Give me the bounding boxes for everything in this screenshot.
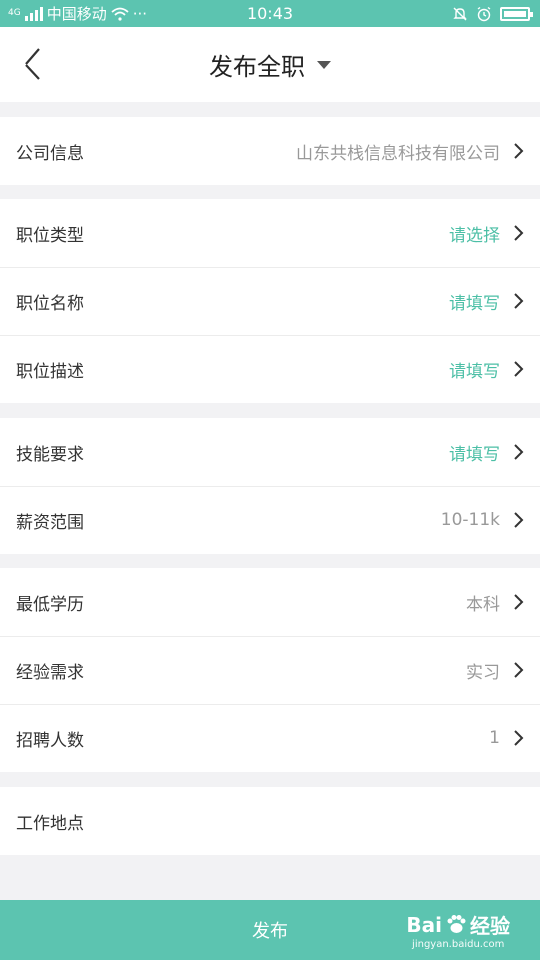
row-min-education[interactable]: 最低学历 本科 <box>0 568 540 636</box>
baidu-watermark: Bai 经验 jingyan.baidu.com <box>406 900 510 960</box>
row-label: 职位类型 <box>16 225 84 246</box>
nav-bar: 发布全职 <box>0 27 540 102</box>
mute-bell-icon <box>453 7 467 20</box>
section-company: 公司信息 山东共栈信息科技有限公司 <box>0 117 540 185</box>
row-position-description[interactable]: 职位描述 请填写 <box>0 335 540 403</box>
chevron-right-icon <box>514 730 524 746</box>
chevron-right-icon <box>514 512 524 528</box>
row-value: 请填写 <box>449 293 500 314</box>
row-label: 招聘人数 <box>16 730 84 751</box>
row-value: 实习 <box>466 662 500 683</box>
row-label: 薪资范围 <box>16 512 84 533</box>
title-dropdown[interactable]: 发布全职 <box>0 27 540 102</box>
watermark-brand: Bai <box>406 912 442 937</box>
section-requirements: 最低学历 本科 经验需求 实习 招聘人数 1 <box>0 568 540 772</box>
row-work-location[interactable]: 工作地点 <box>0 787 540 855</box>
chevron-right-icon <box>514 662 524 678</box>
row-label: 经验需求 <box>16 662 84 683</box>
battery-icon <box>500 6 533 21</box>
row-skill-requirements[interactable]: 技能要求 请填写 <box>0 418 540 486</box>
publish-button[interactable]: 发布 Bai 经验 jingyan.baidu.com <box>0 900 540 960</box>
status-bar: 4G 中国移动 ··· 10:43 <box>0 0 540 27</box>
row-value: 10-11k <box>440 510 500 530</box>
section-skills-salary: 技能要求 请填写 薪资范围 10-11k <box>0 418 540 554</box>
row-value: 请填写 <box>449 361 500 382</box>
watermark-url: jingyan.baidu.com <box>412 939 505 950</box>
row-position-type[interactable]: 职位类型 请选择 <box>0 199 540 267</box>
row-label: 技能要求 <box>16 444 84 465</box>
row-label: 最低学历 <box>16 594 84 615</box>
paw-icon <box>447 914 466 933</box>
status-right <box>452 0 533 27</box>
row-experience[interactable]: 经验需求 实习 <box>0 636 540 704</box>
caret-down-icon <box>317 60 331 69</box>
section-position: 职位类型 请选择 职位名称 请填写 职位描述 请填写 <box>0 199 540 403</box>
row-headcount[interactable]: 招聘人数 1 <box>0 704 540 772</box>
row-value: 山东共栈信息科技有限公司 <box>296 143 500 164</box>
row-label: 职位描述 <box>16 361 84 382</box>
row-label: 公司信息 <box>16 143 84 164</box>
row-position-name[interactable]: 职位名称 请填写 <box>0 267 540 335</box>
row-label: 职位名称 <box>16 293 84 314</box>
row-company-info[interactable]: 公司信息 山东共栈信息科技有限公司 <box>0 117 540 185</box>
page-title: 发布全职 <box>209 53 305 81</box>
row-value: 请选择 <box>449 225 500 246</box>
chevron-right-icon <box>514 225 524 241</box>
row-value: 1 <box>489 728 500 748</box>
watermark-logo: Bai 经验 <box>406 910 510 939</box>
chevron-right-icon <box>514 444 524 460</box>
row-salary-range[interactable]: 薪资范围 10-11k <box>0 486 540 554</box>
row-label: 工作地点 <box>16 813 84 834</box>
chevron-right-icon <box>514 361 524 377</box>
chevron-right-icon <box>514 594 524 610</box>
row-value: 本科 <box>466 594 500 615</box>
section-location: 工作地点 <box>0 787 540 855</box>
row-value: 请填写 <box>449 444 500 465</box>
publish-label: 发布 <box>252 921 288 942</box>
alarm-icon <box>477 6 491 21</box>
chevron-right-icon <box>514 293 524 309</box>
watermark-brand-tail: 经验 <box>470 914 510 938</box>
chevron-right-icon <box>514 143 524 159</box>
